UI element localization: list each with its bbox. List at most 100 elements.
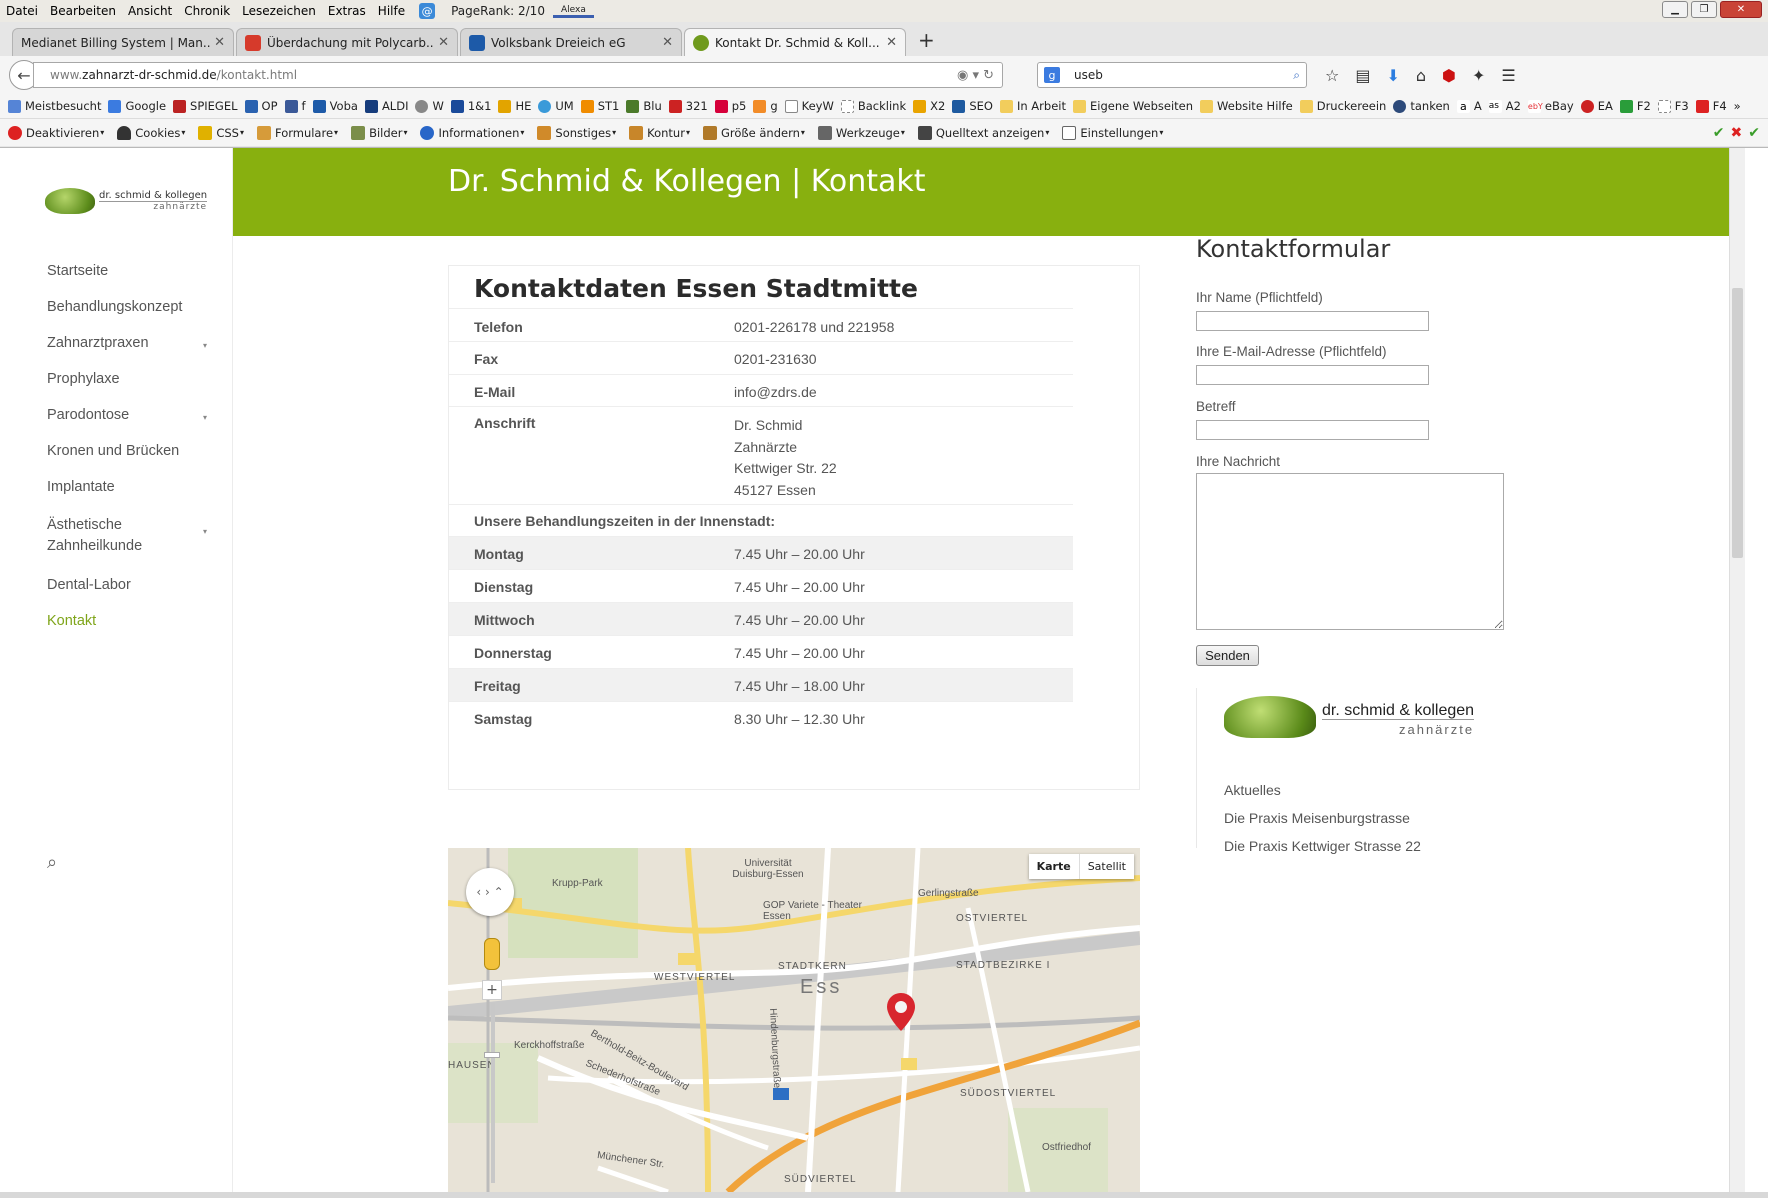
nav-zahnarztpraxen[interactable]: Zahnarztpraxen ▾ [47, 335, 207, 351]
toolbar-item[interactable]: Informationen ▾ [420, 125, 524, 140]
tab-medianet[interactable]: Medianet Billing System | Man... ✕ [12, 28, 234, 56]
bookmark-item[interactable]: 1&1 [450, 99, 491, 113]
toolbar-item[interactable]: Bilder ▾ [351, 125, 407, 140]
bookmark-folder[interactable]: Druckereein [1299, 99, 1386, 113]
search-icon[interactable]: ⌕ [47, 852, 57, 873]
toolbar-item[interactable]: Quelltext anzeigen ▾ [917, 125, 1049, 140]
bookmark-item[interactable]: F2 [1619, 99, 1651, 113]
close-tab-icon[interactable]: ✕ [438, 35, 449, 50]
tab-kontakt[interactable]: Kontakt Dr. Schmid & Koll... ✕ [684, 28, 906, 56]
bookmark-item[interactable]: aA [1456, 99, 1482, 113]
bookmark-item[interactable]: p5 [714, 99, 746, 113]
nav-aesthetische-zahnheilkunde[interactable]: Ästhetische Zahnheilkunde ▾ [47, 515, 207, 557]
toolbar-item[interactable]: CSS ▾ [198, 125, 244, 140]
bookmark-folder[interactable]: In Arbeit [999, 99, 1066, 113]
nav-behandlungskonzept[interactable]: Behandlungskonzept [47, 299, 207, 315]
download-icon[interactable]: ⬇ [1386, 66, 1399, 85]
bookmark-item[interactable]: ST1 [580, 99, 619, 113]
bookmark-item[interactable]: tanken [1393, 99, 1450, 113]
toolbar-item[interactable]: Cookies ▾ [117, 125, 185, 140]
toolbar-item[interactable]: Deaktivieren ▾ [8, 125, 104, 140]
home-icon[interactable]: ⌂ [1416, 66, 1426, 85]
toolbar-item[interactable]: Formulare ▾ [256, 125, 338, 140]
nav-implantate[interactable]: Implantate [47, 479, 207, 495]
map-type-karte[interactable]: Karte [1029, 854, 1080, 879]
at-icon[interactable]: @ [419, 3, 436, 19]
pan-control-icon[interactable]: ‹ › ⌃ [466, 868, 514, 916]
adblock-icon[interactable]: ⬢ [1442, 66, 1456, 85]
menu-chronik[interactable]: Chronik [178, 4, 236, 18]
reading-list-icon[interactable]: ▤ [1355, 66, 1370, 85]
map-type-satellit[interactable]: Satellit [1080, 854, 1134, 879]
check-icon[interactable]: ✔ [1748, 125, 1760, 141]
search-box[interactable]: g useb ⌕ [1037, 62, 1307, 88]
menu-extras[interactable]: Extras [322, 4, 372, 18]
bookmark-item[interactable]: X2 [913, 99, 945, 113]
bookmark-item[interactable]: EA [1580, 99, 1613, 113]
search-icon[interactable]: ⌕ [1293, 68, 1300, 83]
nav-kontakt[interactable]: Kontakt [47, 613, 207, 629]
nav-prophylaxe[interactable]: Prophylaxe [47, 371, 207, 387]
close-tab-icon[interactable]: ✕ [886, 35, 897, 50]
toolbar-item[interactable]: Werkzeuge ▾ [817, 125, 905, 140]
name-input[interactable] [1196, 311, 1429, 331]
bookmark-item[interactable]: ALDI [364, 99, 408, 113]
bookmark-item[interactable]: SPIEGEL [173, 99, 238, 113]
toolbar-item[interactable]: Einstellungen ▾ [1062, 125, 1163, 140]
bookmark-item[interactable]: 321 [668, 99, 708, 113]
bookmark-star-icon[interactable]: ☆ [1325, 66, 1339, 85]
close-tab-icon[interactable]: ✕ [214, 35, 225, 50]
check-icon[interactable]: ✔ [1713, 125, 1725, 141]
menu-ansicht[interactable]: Ansicht [122, 4, 178, 18]
zoom-in-icon[interactable]: + [482, 980, 502, 1000]
bookmark-item[interactable]: SEO [952, 99, 993, 113]
zoom-handle[interactable] [484, 1052, 500, 1058]
bookmark-item[interactable]: UM [538, 99, 574, 113]
pagerank-label[interactable]: PageRank: 2/10 [443, 4, 553, 18]
bookmark-folder[interactable]: Eigene Webseiten [1072, 99, 1193, 113]
site-logo[interactable]: dr. schmid & kollegen zahnärzte [45, 188, 208, 214]
nav-startseite[interactable]: Startseite [47, 263, 207, 279]
nav-dental-labor[interactable]: Dental-Labor [47, 577, 207, 593]
google-map[interactable]: Krupp-Park Universität Duisburg-Essen GO… [448, 848, 1140, 1192]
bookmark-item[interactable]: Backlink [840, 99, 906, 113]
toolbar-item[interactable]: Kontur ▾ [629, 125, 690, 140]
nav-kronen-bruecken[interactable]: Kronen und Brücken [47, 443, 207, 459]
chevron-down-icon[interactable]: ▾ [203, 521, 207, 542]
submit-button[interactable]: Senden [1196, 645, 1259, 666]
menu-lesezeichen[interactable]: Lesezeichen [236, 4, 322, 18]
menu-icon[interactable]: ☰ [1501, 66, 1515, 85]
link-praxis-meisenburgstrasse[interactable]: Die Praxis Meisenburgstrasse [1224, 810, 1421, 826]
bookmark-item[interactable]: W [415, 99, 444, 113]
link-praxis-kettwiger[interactable]: Die Praxis Kettwiger Strasse 22 [1224, 838, 1421, 854]
tab-ueberdachung[interactable]: Überdachung mit Polycarb... ✕ [236, 28, 458, 56]
menu-bearbeiten[interactable]: Bearbeiten [44, 4, 122, 18]
subject-input[interactable] [1196, 420, 1429, 440]
message-textarea[interactable] [1196, 473, 1504, 630]
bookmark-item[interactable]: f [284, 99, 306, 113]
bookmark-item[interactable]: Voba [312, 99, 358, 113]
tab-volksbank[interactable]: Volksbank Dreieich eG ✕ [460, 28, 682, 56]
bookmarks-overflow-icon[interactable]: » [1734, 99, 1741, 113]
pegman-icon[interactable] [484, 938, 500, 970]
location-marker-icon[interactable] [887, 993, 915, 1031]
chevron-down-icon[interactable]: ▾ [203, 341, 207, 350]
alexa-label[interactable]: Alexa [552, 5, 594, 18]
link-aktuelles[interactable]: Aktuelles [1224, 782, 1421, 798]
bookmark-item[interactable]: ebY eBay [1527, 99, 1574, 113]
email-value[interactable]: info@zdrs.de [734, 384, 1073, 406]
close-tab-icon[interactable]: ✕ [662, 35, 673, 50]
bookmark-item[interactable]: Blu [626, 99, 662, 113]
error-icon[interactable]: ✖ [1731, 125, 1743, 141]
bookmark-item[interactable]: KeyW [784, 99, 834, 113]
email-input[interactable] [1196, 365, 1429, 385]
chevron-down-icon[interactable]: ▾ [203, 413, 207, 422]
bookmark-item[interactable]: F3 [1657, 99, 1689, 113]
bookmark-item[interactable]: F4 [1695, 99, 1727, 113]
url-bar[interactable]: www. zahnarzt-dr-schmid.de/kontakt.html ◉… [33, 62, 1003, 88]
bookmark-folder[interactable]: Website Hilfe [1200, 99, 1293, 113]
google-icon[interactable]: g [1044, 67, 1060, 83]
bookmark-item[interactable]: as A2 [1488, 99, 1521, 113]
toolbar-item[interactable]: Größe ändern ▾ [702, 125, 805, 140]
bookmark-item[interactable]: Google [108, 99, 166, 113]
